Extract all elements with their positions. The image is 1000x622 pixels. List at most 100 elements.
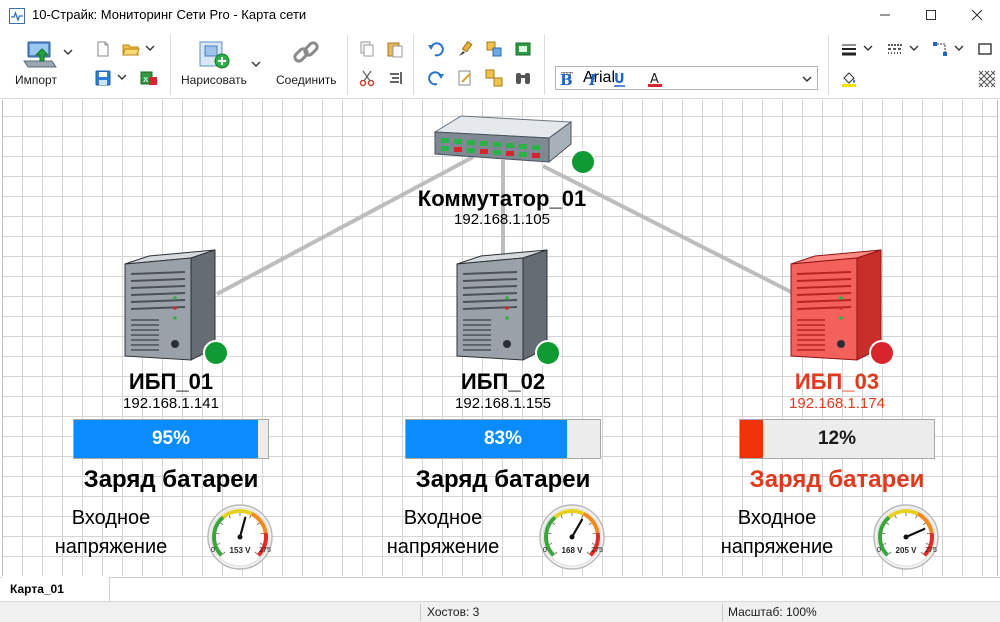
ups-status-indicator — [535, 340, 561, 366]
switch-device[interactable] — [431, 114, 573, 175]
chevron-down-icon[interactable] — [116, 72, 128, 82]
underline-icon: U — [614, 72, 625, 87]
open-folder-button[interactable] — [122, 40, 140, 58]
chevron-down-icon[interactable] — [908, 43, 920, 53]
svg-text:I: I — [588, 71, 597, 88]
svg-text:x: x — [143, 75, 149, 85]
battery-charge-label: Заряд батареи — [415, 466, 591, 493]
copy-button[interactable] — [358, 40, 376, 58]
paste-button[interactable] — [386, 40, 404, 58]
line-width-icon — [842, 44, 856, 56]
fill-color-button[interactable] — [840, 70, 858, 88]
gauge-hub — [237, 534, 243, 540]
title-bar: 10-Страйк: Мониторинг Сети Pro - Карта с… — [0, 0, 1000, 31]
connector-style-button[interactable] — [931, 40, 949, 58]
minimize-button[interactable] — [862, 0, 908, 30]
binoculars-icon — [516, 73, 530, 84]
ups-status-indicator — [869, 340, 895, 366]
network-map-canvas[interactable]: Коммутатор_01 192.168.1.105 ИБП_01 192.16… — [2, 100, 998, 576]
gauge-value-label: 205 V — [896, 546, 918, 555]
paint-bucket-icon — [842, 72, 856, 87]
toolbar: Импорт x Нарисовать Соединить TT Arial B… — [0, 31, 1000, 120]
gauge-min-label: 0 — [877, 547, 881, 554]
status-divider — [420, 604, 421, 621]
export-icon: x — [140, 71, 157, 85]
window-title: 10-Страйк: Мониторинг Сети Pro - Карта с… — [32, 7, 307, 22]
toolbar-separator — [347, 35, 348, 95]
paste-icon — [387, 42, 403, 58]
frame-icon — [978, 43, 992, 55]
gauge-min-label: 0 — [543, 547, 547, 554]
battery-charge-value: 83% — [483, 428, 523, 449]
text-color-button[interactable]: A — [646, 70, 664, 88]
close-button[interactable] — [954, 0, 1000, 30]
switch-status-indicator — [570, 149, 596, 175]
ungroup-button[interactable] — [485, 69, 503, 87]
save-button[interactable] — [94, 69, 112, 87]
chevron-down-icon — [802, 76, 812, 83]
group-icon — [486, 41, 502, 57]
italic-button[interactable]: I — [584, 70, 602, 88]
gauge-value-label: 153 V — [230, 546, 252, 555]
edit-button[interactable] — [456, 69, 474, 87]
network-switch-icon — [433, 115, 573, 164]
align-button[interactable] — [386, 69, 404, 87]
import-button[interactable] — [22, 39, 58, 71]
gauge-max-label: 275 — [925, 547, 937, 554]
frame-button[interactable] — [976, 40, 994, 58]
chevron-down-icon[interactable] — [62, 47, 74, 57]
import-label: Импорт — [15, 73, 57, 87]
tab-map-01[interactable]: Карта_01 — [2, 577, 110, 601]
find-button[interactable] — [514, 69, 532, 87]
minimize-icon — [880, 14, 890, 16]
toolbar-separator — [413, 35, 414, 95]
export-button[interactable]: x — [140, 69, 158, 87]
input-voltage-label: Входное напряжение — [386, 507, 500, 558]
chevron-down-icon[interactable] — [250, 59, 262, 69]
status-zoom: Масштаб: 100% — [728, 605, 817, 619]
pattern-button[interactable] — [978, 70, 996, 88]
toolbar-separator — [544, 35, 545, 95]
redo-button[interactable] — [427, 69, 445, 87]
group-button[interactable] — [485, 40, 503, 58]
maximize-icon — [926, 10, 936, 20]
underline-button[interactable]: U — [611, 70, 629, 88]
input-voltage-gauge: 0 275 205 V — [871, 501, 941, 571]
draw-button[interactable] — [196, 39, 232, 71]
toolbar-separator — [828, 35, 829, 95]
new-file-icon — [97, 41, 109, 57]
link-chain-icon — [293, 41, 319, 63]
chevron-down-icon[interactable] — [953, 43, 965, 53]
line-dash-icon — [888, 44, 902, 54]
format-brush-button[interactable] — [456, 40, 474, 58]
align-right-icon — [390, 72, 402, 84]
ups-ip: 192.168.1.141 — [123, 395, 219, 412]
svg-text:B: B — [560, 71, 573, 88]
ups-status-indicator — [203, 340, 229, 366]
chevron-down-icon[interactable] — [862, 43, 874, 53]
maximize-button[interactable] — [908, 0, 954, 30]
ups-name: ИБП_03 — [794, 369, 880, 394]
gauge-max-label: 275 — [259, 547, 271, 554]
ups-name: ИБП_02 — [460, 369, 546, 394]
undo-button[interactable] — [427, 40, 445, 58]
battery-charge-value: 95% — [151, 428, 191, 449]
ups-ip: 192.168.1.174 — [789, 395, 885, 412]
connector-icon — [933, 42, 947, 56]
edit-icon — [458, 70, 471, 86]
status-bar: Хостов: 3 Масштаб: 100% — [0, 601, 1000, 622]
chevron-down-icon[interactable] — [144, 43, 156, 53]
export-map-button[interactable] — [514, 40, 532, 58]
cut-button[interactable] — [358, 69, 376, 87]
app-icon — [9, 8, 25, 24]
line-dash-button[interactable] — [886, 40, 904, 58]
line-width-button[interactable] — [840, 40, 858, 58]
bold-button[interactable]: B — [557, 70, 575, 88]
switch-name: Коммутатор_01 — [417, 186, 587, 211]
scissors-icon — [359, 70, 375, 87]
battery-charge-bar: 95% — [73, 419, 269, 459]
close-icon — [971, 9, 983, 21]
toolbar-separator — [170, 35, 171, 95]
new-file-button[interactable] — [94, 40, 112, 58]
connect-button[interactable] — [288, 37, 324, 69]
